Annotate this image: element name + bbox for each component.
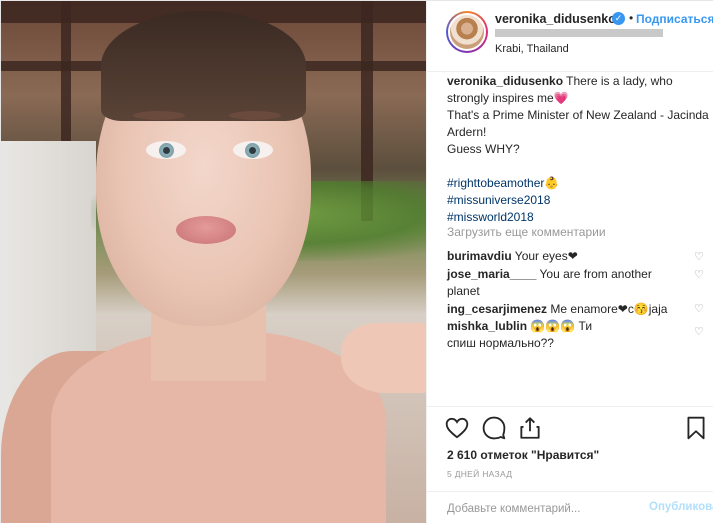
- share-icon[interactable]: [517, 415, 543, 441]
- follow-button[interactable]: Подписаться: [636, 12, 713, 26]
- comment-like-heart-icon[interactable]: ♡: [694, 303, 706, 315]
- comment-item: mishka_lublin 😱😱😱 Ти спиш нормально??: [447, 318, 607, 352]
- comment-like-heart-icon[interactable]: ♡: [694, 269, 706, 281]
- separator-dot: •: [629, 11, 634, 25]
- hashtag-link[interactable]: #missuniverse2018: [447, 193, 550, 207]
- comment-username[interactable]: burimavdiu: [447, 249, 512, 263]
- instagram-post: veronika_didusenko ✓ • Подписаться Krabi…: [0, 0, 713, 523]
- hashtag-link[interactable]: #righttobeamother👶: [447, 176, 559, 190]
- caption-text-line3: Guess WHY?: [447, 142, 520, 156]
- caption-text-line2: That's a Prime Minister of New Zealand -…: [447, 108, 709, 139]
- heart-icon[interactable]: [444, 415, 470, 441]
- add-comment-input[interactable]: [447, 501, 647, 517]
- caption-username[interactable]: veronika_didusenko: [447, 74, 563, 88]
- add-comment-bar: Опубликовать: [427, 491, 713, 523]
- post-header: veronika_didusenko ✓ • Подписаться Krabi…: [427, 1, 713, 72]
- likes-count[interactable]: 2 610 отметок "Нравится": [447, 448, 599, 462]
- comment-like-heart-icon[interactable]: ♡: [694, 251, 706, 263]
- comment-like-heart-icon[interactable]: ♡: [694, 326, 706, 338]
- redacted-bar: [495, 29, 663, 37]
- comment-text: Me enamore❤c😚jaja: [547, 302, 668, 316]
- verified-badge-icon: ✓: [612, 12, 625, 25]
- comment-icon[interactable]: [481, 415, 507, 441]
- post-photo[interactable]: [1, 1, 426, 523]
- comment-username[interactable]: mishka_lublin: [447, 319, 527, 333]
- comment-username[interactable]: ing_cesarjimenez: [447, 302, 547, 316]
- post-timestamp[interactable]: 5 ДНЕЙ НАЗАД: [447, 469, 512, 479]
- post-side-panel: veronika_didusenko ✓ • Подписаться Krabi…: [426, 1, 713, 523]
- avatar[interactable]: [446, 11, 488, 53]
- comment-item: burimavdiu Your eyes❤: [447, 248, 687, 265]
- comments-section: veronika_didusenko There is a lady, who …: [427, 73, 713, 403]
- comment-item: jose_maria____ You are from another plan…: [447, 266, 687, 300]
- post-actions: 2 610 отметок "Нравится" 5 ДНЕЙ НАЗАД Оп…: [427, 406, 713, 523]
- comment-item: ing_cesarjimenez Me enamore❤c😚jaja: [447, 301, 687, 318]
- comment-username[interactable]: jose_maria____: [447, 267, 536, 281]
- load-more-comments-button[interactable]: Загрузить еще комментарии: [447, 225, 606, 239]
- bookmark-icon[interactable]: [683, 415, 709, 441]
- post-location[interactable]: Krabi, Thailand: [495, 43, 569, 55]
- post-author-username[interactable]: veronika_didusenko: [495, 12, 616, 26]
- publish-comment-button[interactable]: Опубликовать: [649, 501, 713, 513]
- comment-text: Your eyes❤: [511, 249, 578, 263]
- post-caption: veronika_didusenko There is a lady, who …: [447, 73, 709, 226]
- hashtag-link[interactable]: #missworld2018: [447, 210, 534, 224]
